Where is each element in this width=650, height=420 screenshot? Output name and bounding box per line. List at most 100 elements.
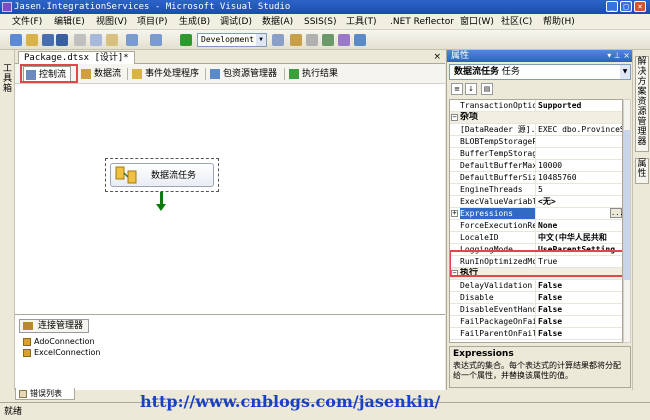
solution-configuration-select[interactable]: Development ▼: [197, 33, 267, 47]
toolbox-icon[interactable]: [322, 34, 334, 46]
object-selector[interactable]: 数据流任务 任务 ▼: [449, 64, 631, 80]
property-row[interactable]: TransactionOption Supported: [450, 100, 622, 112]
menu-file[interactable]: 文件(F): [12, 16, 42, 28]
property-row[interactable]: BLOBTempStoragePa: [450, 136, 622, 148]
tab-package-dtsx[interactable]: Package.dtsx [设计]*: [18, 51, 135, 64]
property-value[interactable]: 10000: [538, 160, 622, 171]
menu-help[interactable]: 帮助(H): [543, 16, 575, 28]
property-row[interactable]: [DataReader 源].[SqlCEXEC dbo.ProvinceSe: [450, 124, 622, 136]
menu-community[interactable]: 社区(C): [501, 16, 532, 28]
ellipsis-button[interactable]: ...: [610, 208, 622, 218]
cut-icon[interactable]: [74, 34, 86, 46]
property-row[interactable]: LocaleID 中文(中华人民共和: [450, 232, 622, 244]
tab-package-explorer[interactable]: 包资源管理器: [208, 66, 277, 82]
connection-item[interactable]: AdoConnection: [23, 337, 95, 347]
minimize-button[interactable]: _: [606, 1, 618, 12]
properties-tab[interactable]: 属性: [635, 158, 649, 184]
property-value[interactable]: [538, 136, 622, 147]
property-name: Expressions: [460, 208, 536, 219]
property-row[interactable]: FailPackageOnFail False: [450, 316, 622, 328]
categorized-icon[interactable]: ≡: [451, 83, 463, 95]
execution-results-icon: [289, 69, 299, 79]
property-value[interactable]: Supported: [538, 100, 622, 111]
property-row[interactable]: DisableEventHandl False: [450, 304, 622, 316]
properties-icon[interactable]: [306, 34, 318, 46]
property-value[interactable]: False: [538, 328, 622, 339]
menu-data[interactable]: 数据(A): [262, 16, 293, 28]
property-row[interactable]: EngineThreads 5: [450, 184, 622, 196]
redo-icon[interactable]: [150, 34, 162, 46]
open-file-icon[interactable]: [26, 34, 38, 46]
menu-debug[interactable]: 调试(D): [220, 16, 252, 28]
toolbox-tab[interactable]: 工具箱: [2, 64, 13, 94]
property-value[interactable]: 10485760: [538, 172, 622, 183]
property-name: BufferTempStorage: [460, 148, 536, 159]
excel-connection-icon: [23, 349, 31, 357]
property-row[interactable]: FailParentOnFailu False: [450, 328, 622, 340]
error-list-tab[interactable]: 错误列表: [15, 388, 75, 400]
watermark-url: http://www.cnblogs.com/jasenkin/: [140, 392, 441, 411]
error-list-label: 错误列表: [30, 389, 62, 398]
property-value[interactable]: False: [538, 304, 622, 315]
tab-separator: [127, 68, 128, 80]
new-project-icon[interactable]: [10, 34, 22, 46]
property-row[interactable]: ExecValueVariable <无>: [450, 196, 622, 208]
property-value[interactable]: EXEC dbo.ProvinceSe: [538, 124, 622, 135]
property-value[interactable]: False: [538, 280, 622, 291]
control-flow-canvas[interactable]: 数据流任务: [15, 84, 445, 314]
data-flow-task-shape[interactable]: 数据流任务: [105, 158, 219, 192]
maximize-button[interactable]: □: [620, 1, 632, 12]
connection-item[interactable]: ExcelConnection: [23, 348, 100, 358]
tab-execution-results[interactable]: 执行结果: [287, 66, 338, 82]
precedence-arrow-icon: [156, 204, 166, 211]
pin-close-icons[interactable]: ▾ ⊥ ×: [607, 50, 630, 62]
menu-project[interactable]: 项目(P): [137, 16, 167, 28]
menu-edit[interactable]: 编辑(E): [54, 16, 85, 28]
connection-manager-tab[interactable]: 连接管理器: [19, 319, 90, 333]
menu-view[interactable]: 视图(V): [96, 16, 127, 28]
save-icon[interactable]: [42, 34, 54, 46]
expand-icon[interactable]: +: [451, 210, 458, 217]
property-row[interactable]: ForceExecutionRes None: [450, 220, 622, 232]
property-row[interactable]: Disable False: [450, 292, 622, 304]
alphabetical-icon[interactable]: ↓: [465, 83, 477, 95]
paste-icon[interactable]: [106, 34, 118, 46]
copy-icon[interactable]: [90, 34, 102, 46]
property-row[interactable]: DelayValidation False: [450, 280, 622, 292]
property-grid-scrollbar[interactable]: [623, 99, 631, 343]
properties-title-bar: 属性 ▾ ⊥ ×: [447, 50, 633, 62]
close-button[interactable]: ×: [634, 1, 646, 12]
property-value[interactable]: <无>: [538, 196, 622, 207]
close-document-icon[interactable]: ×: [433, 51, 441, 63]
property-value[interactable]: False: [538, 292, 622, 303]
property-value[interactable]: 中文(中华人民共和: [538, 232, 622, 243]
menu-build[interactable]: 生成(B): [179, 16, 210, 28]
tab-data-flow[interactable]: 数据流: [79, 66, 121, 82]
scrollbar-thumb[interactable]: [624, 130, 630, 280]
property-value[interactable]: None: [538, 220, 622, 231]
property-value[interactable]: False: [538, 316, 622, 327]
property-row[interactable]: DefaultBufferSize 10485760: [450, 172, 622, 184]
collapse-icon[interactable]: −: [451, 114, 458, 121]
property-row[interactable]: BufferTempStorage: [450, 148, 622, 160]
property-value[interactable]: 5: [538, 184, 622, 195]
property-pages-icon[interactable]: ▤: [481, 83, 493, 95]
property-category[interactable]: − 杂项: [450, 112, 622, 124]
menu-net-reflector[interactable]: .NET Reflector: [390, 16, 454, 28]
menu-window[interactable]: 窗口(W): [460, 16, 494, 28]
menu-tools[interactable]: 工具(T): [346, 16, 377, 28]
save-all-icon[interactable]: [56, 34, 68, 46]
menu-ssis[interactable]: SSIS(S): [304, 16, 337, 28]
property-row[interactable]: DefaultBufferMaxR 10000: [450, 160, 622, 172]
object-browser-icon[interactable]: [338, 34, 350, 46]
solution-explorer-icon[interactable]: [290, 34, 302, 46]
solution-explorer-tab[interactable]: 解决方案资源管理器: [635, 56, 649, 152]
start-debugging-icon[interactable]: [180, 34, 192, 46]
property-value[interactable]: [538, 148, 622, 159]
tab-event-handlers[interactable]: 事件处理程序: [130, 66, 199, 82]
start-page-icon[interactable]: [354, 34, 366, 46]
chevron-down-icon: ▼: [620, 65, 630, 79]
undo-icon[interactable]: [126, 34, 138, 46]
find-icon[interactable]: [272, 34, 284, 46]
property-row[interactable]: + Expressions...: [450, 208, 622, 220]
